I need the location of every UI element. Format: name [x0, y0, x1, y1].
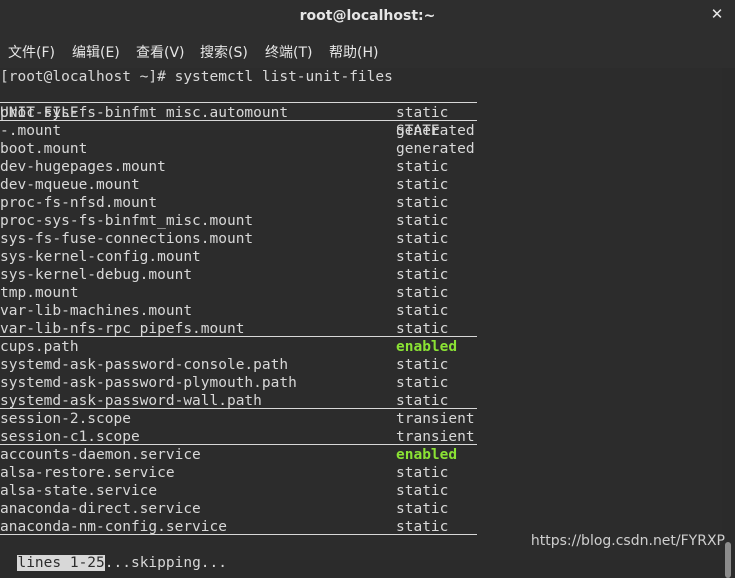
menu-file[interactable]: 文件(F) — [8, 42, 55, 62]
table-row: anaconda-direct.service static — [0, 500, 477, 518]
unit-name: cups.path — [0, 339, 79, 355]
table-row: proc-fs-nfsd.mount static — [0, 194, 477, 212]
table-row: sys-kernel-debug.mount static — [0, 266, 477, 284]
unit-state: generated — [396, 123, 475, 139]
unit-name: -.mount — [0, 123, 62, 139]
table-row: cups.path enabled — [0, 338, 477, 356]
unit-state: static — [396, 195, 449, 211]
menu-search[interactable]: 搜索(S) — [200, 42, 248, 62]
close-icon[interactable]: ✕ — [709, 6, 725, 22]
unit-state: static — [396, 285, 449, 301]
table-row: alsa-state.service static — [0, 482, 477, 500]
unit-state: static — [396, 231, 449, 247]
unit-state: enabled — [396, 447, 458, 463]
unit-name: proc-fs-nfsd.mount — [0, 195, 158, 211]
terminal-output: [root@localhost ~]# systemctl list-unit-… — [0, 68, 722, 560]
menu-bar: 文件(F) 编辑(E) 查看(V) 搜索(S) 终端(T) 帮助(H) — [0, 34, 735, 69]
pager-skipping: ...skipping... — [104, 555, 227, 571]
unit-state: transient — [396, 411, 475, 427]
unit-name: anaconda-direct.service — [0, 501, 201, 517]
unit-name: sys-kernel-debug.mount — [0, 267, 193, 283]
scrollbar-thumb[interactable] — [725, 542, 731, 578]
unit-name: alsa-restore.service — [0, 465, 175, 481]
table-row: -.mount generated — [0, 122, 477, 140]
menu-edit[interactable]: 编辑(E) — [72, 42, 120, 62]
unit-name: sys-fs-fuse-connections.mount — [0, 231, 254, 247]
unit-state: enabled — [396, 339, 458, 355]
unit-state: static — [396, 357, 449, 373]
unit-name: sys-kernel-config.mount — [0, 249, 201, 265]
unit-state: static — [396, 249, 449, 265]
unit-name: systemd-ask-password-console.path — [0, 357, 289, 373]
window-title: root@localhost:~ — [299, 8, 436, 24]
menu-help[interactable]: 帮助(H) — [329, 42, 378, 62]
unit-name: dev-hugepages.mount — [0, 159, 166, 175]
unit-name: session-2.scope — [0, 411, 131, 427]
unit-name: var-lib-machines.mount — [0, 303, 193, 319]
table-row: dev-mqueue.mount static — [0, 176, 477, 194]
table-row: session-2.scope transient — [0, 410, 477, 428]
unit-state: static — [396, 159, 449, 175]
unit-name: alsa-state.service — [0, 483, 158, 499]
table-row: var-lib-machines.mount static — [0, 302, 477, 320]
unit-state: static — [396, 303, 449, 319]
terminal-area[interactable]: [root@localhost ~]# systemctl list-unit-… — [0, 68, 735, 560]
group-divider — [0, 102, 477, 103]
menu-view[interactable]: 查看(V) — [136, 42, 185, 62]
unit-name: tmp.mount — [0, 285, 79, 301]
unit-state: static — [396, 267, 449, 283]
scrollbar[interactable] — [722, 68, 735, 578]
table-row: boot.mount generated — [0, 140, 477, 158]
unit-name: dev-mqueue.mount — [0, 177, 140, 193]
title-bar: root@localhost:~ ✕ — [0, 0, 735, 34]
group-divider — [0, 120, 477, 121]
table-row: alsa-restore.service static — [0, 464, 477, 482]
unit-name: systemd-ask-password-plymouth.path — [0, 375, 297, 391]
watermark: https://blog.csdn.net/FYRXP — [530, 533, 725, 549]
table-row: dev-hugepages.mount static — [0, 158, 477, 176]
group-divider — [0, 408, 477, 409]
group-divider — [0, 336, 477, 337]
command-prompt: [root@localhost ~]# systemctl list-unit-… — [0, 69, 393, 85]
unit-state: static — [396, 375, 449, 391]
unit-state: generated — [396, 141, 475, 157]
unit-name: accounts-daemon.service — [0, 447, 201, 463]
table-row: systemd-ask-password-plymouth.path static — [0, 374, 477, 392]
table-row: systemd-ask-password-console.path static — [0, 356, 477, 374]
table-row: sys-kernel-config.mount static — [0, 248, 477, 266]
table-row: tmp.mount static — [0, 284, 477, 302]
unit-state: static — [396, 501, 449, 517]
table-row: sys-fs-fuse-connections.mount static — [0, 230, 477, 248]
unit-state: static — [396, 177, 449, 193]
pager-lines: lines 1-25 — [17, 555, 105, 571]
unit-name: boot.mount — [0, 141, 88, 157]
menu-terminal[interactable]: 终端(T) — [265, 42, 312, 62]
table-row: proc-sys-fs-binfmt_misc.mount static — [0, 212, 477, 230]
unit-state: static — [396, 483, 449, 499]
table-row: accounts-daemon.service enabled — [0, 446, 477, 464]
unit-state: static — [396, 465, 449, 481]
group-divider — [0, 534, 477, 535]
unit-name: proc-sys-fs-binfmt_misc.mount — [0, 213, 254, 229]
unit-state: static — [396, 213, 449, 229]
group-divider — [0, 444, 477, 445]
pager-status: lines 1-25...skipping... — [0, 536, 227, 571]
